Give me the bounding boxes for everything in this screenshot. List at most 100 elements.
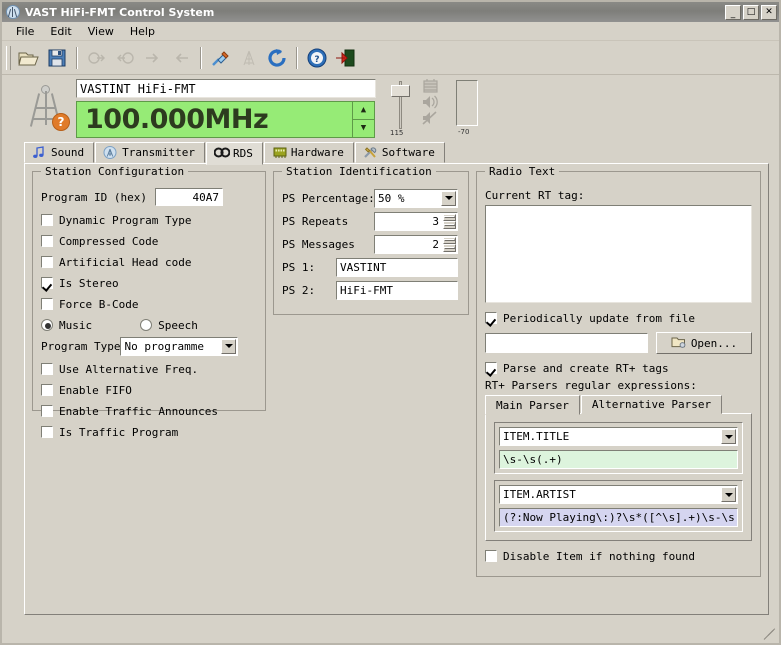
ps2-input[interactable]: HiFi-FMT: [336, 280, 458, 300]
menu-item-file[interactable]: File: [8, 23, 42, 40]
power-slider[interactable]: 115: [386, 79, 416, 137]
checkbox-artificial-head-code[interactable]: Artificial Head code: [41, 253, 257, 271]
chevron-down-icon[interactable]: [221, 338, 237, 354]
parser-regex-artist-input[interactable]: (?:Now Playing\:)?\s*([^\s].+)\s-\s: [499, 508, 738, 527]
radio-speech[interactable]: [140, 319, 153, 331]
tab-transmitter[interactable]: Transmitter: [95, 142, 205, 163]
checkbox-is-stereo[interactable]: Is Stereo: [41, 274, 257, 292]
transmitter-status-icon: ?: [24, 85, 70, 133]
frequency-up-button[interactable]: ▲: [353, 102, 374, 120]
checkbox-use-alternative-freq[interactable]: Use Alternative Freq.: [41, 360, 257, 378]
toolbar: ?: [2, 41, 779, 75]
chevron-down-icon[interactable]: [441, 190, 456, 206]
parser-item-artist-value: ITEM.ARTIST: [503, 488, 576, 501]
checkbox-box[interactable]: [41, 256, 53, 268]
rtplus-parsers-label: RT+ Parsers regular expressions:: [485, 379, 697, 392]
checkbox-force-b-code[interactable]: Force B-Code: [41, 295, 257, 313]
radio-music[interactable]: [41, 319, 53, 331]
close-button[interactable]: ✕: [761, 4, 777, 20]
menu-item-view[interactable]: View: [80, 23, 122, 40]
chevron-down-icon[interactable]: [721, 487, 736, 502]
ps1-input[interactable]: VASTINT: [336, 257, 458, 277]
ps-messages-spinner[interactable]: 2: [374, 234, 458, 254]
parser-item-title-value: ITEM.TITLE: [503, 430, 570, 443]
checkbox-parse-rtplus[interactable]: Parse and create RT+ tags: [485, 359, 752, 377]
ps-percentage-combo[interactable]: 50 %: [374, 188, 458, 208]
maximize-button[interactable]: □: [743, 4, 759, 20]
level-meter-label: -70: [458, 128, 470, 136]
checkbox-box[interactable]: [41, 426, 53, 438]
checkbox-enable-fifo[interactable]: Enable FIFO: [41, 381, 257, 399]
program-id-input[interactable]: 40A7: [154, 188, 223, 206]
checkbox-compressed-code[interactable]: Compressed Code: [41, 232, 257, 250]
checkbox-box[interactable]: [485, 550, 497, 562]
spinner-buttons[interactable]: [443, 236, 456, 252]
parser-block-title: ITEM.TITLE \s-\s(.+): [494, 422, 743, 474]
spinner-up-button[interactable]: [443, 236, 456, 244]
radio-music-label: Music: [59, 318, 93, 332]
checkbox-box[interactable]: [41, 214, 53, 226]
slider-thumb[interactable]: [391, 85, 410, 97]
program-type-combo[interactable]: No programme: [120, 336, 239, 356]
frequency-stepper[interactable]: ▲ ▼: [353, 101, 375, 138]
checkbox-box[interactable]: [41, 363, 53, 375]
connect-icon[interactable]: [208, 45, 234, 71]
frequency-down-button[interactable]: ▼: [353, 120, 374, 138]
status-bar: [2, 615, 779, 643]
checkbox-periodically-update[interactable]: Periodically update from file: [485, 309, 752, 327]
tab-main-parser[interactable]: Main Parser: [485, 395, 580, 415]
menu-item-help[interactable]: Help: [122, 23, 163, 40]
refresh-icon[interactable]: [264, 45, 290, 71]
file-path-input[interactable]: [485, 333, 648, 353]
checkbox-box[interactable]: [41, 384, 53, 396]
level-meter: -70: [454, 79, 488, 137]
tab-hardware[interactable]: Hardware: [263, 142, 354, 163]
save-file-icon[interactable]: [44, 45, 70, 71]
checkbox-enable-traffic-announces[interactable]: Enable Traffic Announces: [41, 402, 257, 420]
checkbox-disable-item[interactable]: Disable Item if nothing found: [485, 547, 752, 565]
checkbox-box[interactable]: [485, 362, 497, 374]
antenna-icon: [5, 4, 21, 20]
toolbar-grip[interactable]: [6, 45, 11, 70]
resize-grip[interactable]: [763, 628, 776, 640]
checkbox-label: Is Stereo: [59, 276, 119, 290]
ps-repeats-spinner[interactable]: 3: [374, 211, 458, 231]
checkbox-box[interactable]: [41, 277, 53, 289]
parser-regex-title-input[interactable]: \s-\s(.+): [499, 450, 738, 469]
chevron-down-icon[interactable]: [721, 429, 736, 444]
open-button[interactable]: Open...: [656, 332, 752, 354]
spinner-up-button[interactable]: [443, 213, 456, 221]
frequency-display[interactable]: 100.000MHz: [76, 101, 353, 138]
parser-tabs: Main Parser Alternative Parser: [485, 394, 752, 415]
frequency-row: 100.000MHz ▲ ▼: [76, 101, 376, 138]
tab-software-label: Software: [381, 146, 435, 159]
ps-percentage-row: PS Percentage: 50 %: [282, 188, 460, 208]
checkbox-is-traffic-program[interactable]: Is Traffic Program: [41, 423, 257, 441]
checkbox-dynamic-program-type[interactable]: Dynamic Program Type: [41, 211, 257, 229]
spinner-down-button[interactable]: [443, 244, 456, 252]
ps-percentage-value: 50 %: [378, 191, 405, 205]
checkbox-label: Artificial Head code: [59, 255, 192, 269]
tab-rds[interactable]: RDS: [205, 142, 263, 165]
parser-item-title-combo[interactable]: ITEM.TITLE: [499, 427, 738, 446]
tab-software[interactable]: Software: [354, 142, 445, 163]
checkbox-label: Disable Item if nothing found: [503, 549, 696, 563]
checkbox-box[interactable]: [485, 312, 497, 324]
exit-icon[interactable]: [332, 45, 358, 71]
tab-alternative-parser[interactable]: Alternative Parser: [580, 395, 723, 414]
spinner-buttons[interactable]: [443, 213, 456, 229]
music-note-icon: [32, 146, 46, 159]
checkbox-box[interactable]: [41, 298, 53, 310]
spinner-down-button[interactable]: [443, 221, 456, 229]
current-rt-tag-textarea[interactable]: [485, 205, 752, 303]
station-name-input[interactable]: VASTINT HiFi-FMT: [76, 79, 376, 98]
open-file-icon[interactable]: [16, 45, 42, 71]
tab-sound[interactable]: Sound: [24, 142, 95, 163]
minimize-button[interactable]: _: [725, 4, 741, 20]
parser-item-artist-combo[interactable]: ITEM.ARTIST: [499, 485, 738, 504]
checkbox-box[interactable]: [41, 405, 53, 417]
checkbox-label: Enable FIFO: [59, 383, 132, 397]
help-icon[interactable]: ?: [304, 45, 330, 71]
checkbox-box[interactable]: [41, 235, 53, 247]
menu-item-edit[interactable]: Edit: [42, 23, 79, 40]
